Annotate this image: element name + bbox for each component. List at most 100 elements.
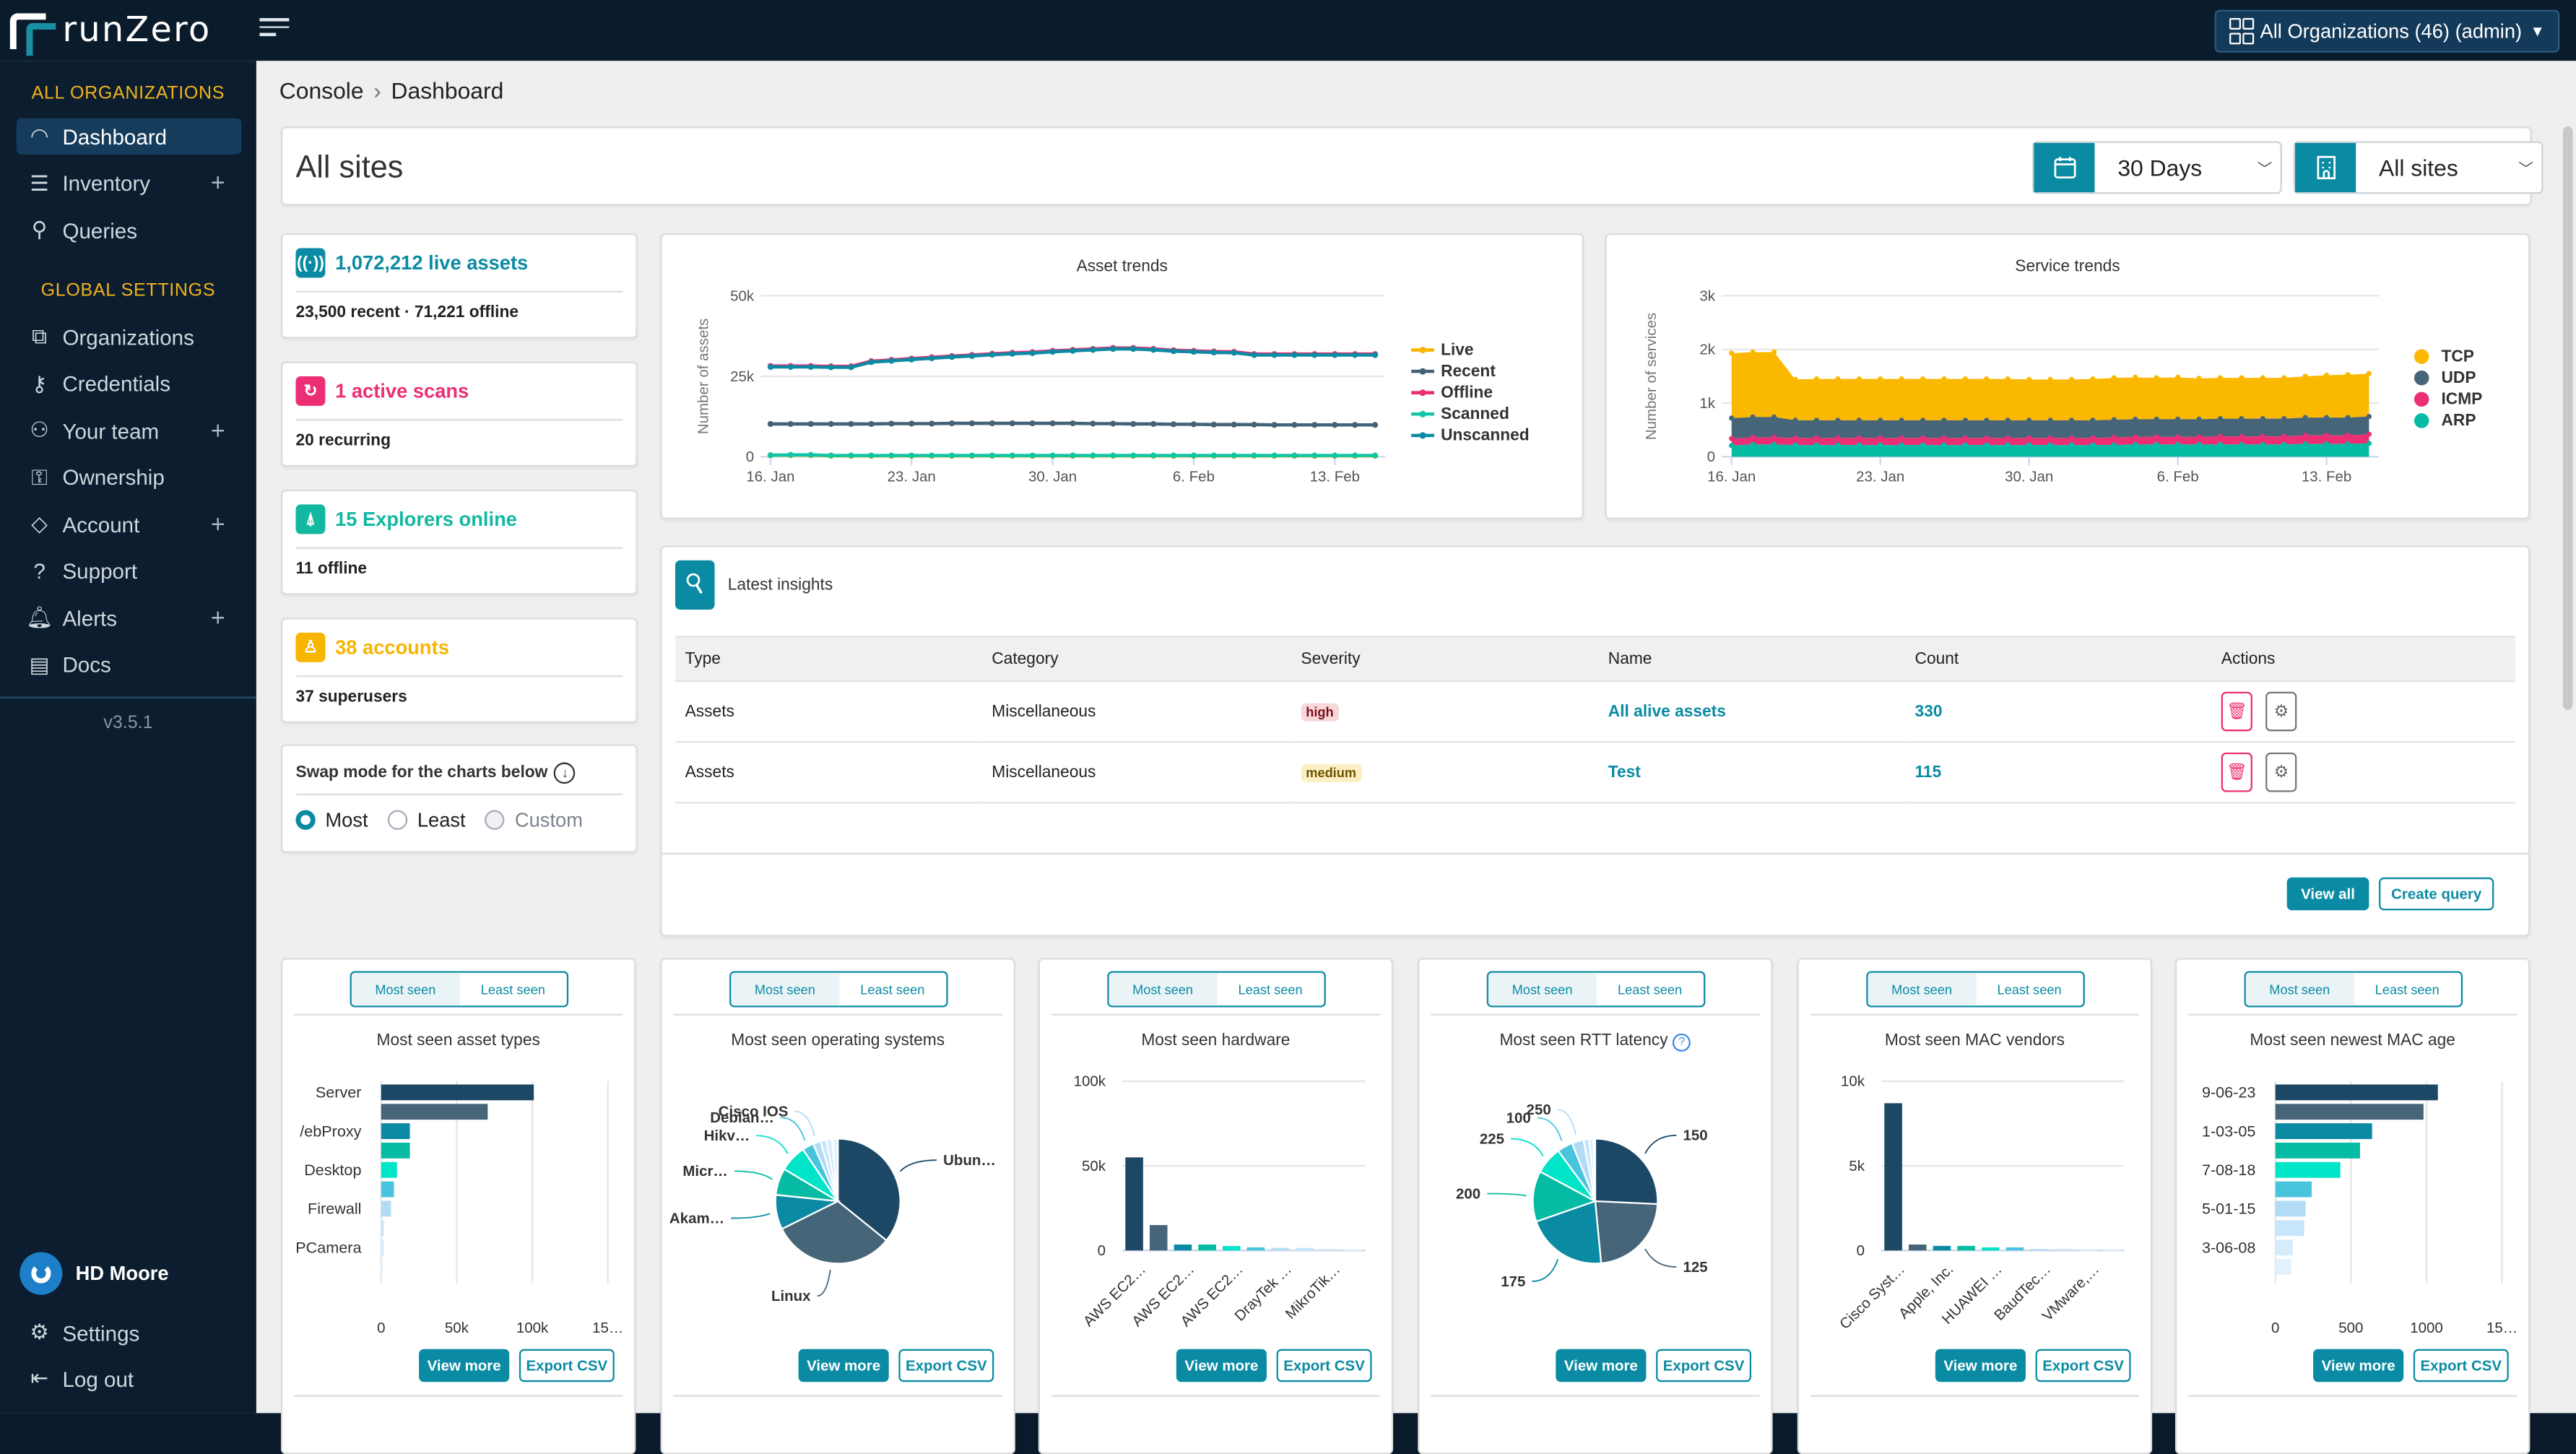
expand-plus-icon[interactable]: + (211, 604, 225, 632)
most-seen-tab[interactable]: Most seen (1109, 972, 1217, 1006)
sidebar-item-ownership[interactable]: ⚿ Ownership (17, 459, 242, 496)
insight-name-link[interactable]: All alive assets (1608, 703, 1726, 721)
sidebar-item-logout[interactable]: ⇤ Log out (17, 1361, 242, 1397)
stat-card[interactable]: ♙ 38 accounts 37 superusers (281, 618, 638, 723)
radio-most[interactable]: Most (295, 808, 368, 831)
most-seen-tab[interactable]: Most seen (351, 972, 459, 1006)
legend-item-unscanned[interactable]: Unscanned (1411, 425, 1530, 444)
stat-headline[interactable]: 1,072,212 live assets (335, 251, 528, 274)
expand-plus-icon[interactable]: + (211, 417, 225, 445)
most-seen-tab[interactable]: Most seen (1868, 972, 1976, 1006)
bar[interactable] (381, 1220, 384, 1237)
sidebar-item-dashboard[interactable]: ◠ Dashboard (16, 118, 242, 155)
bar[interactable] (1344, 1249, 1362, 1251)
least-seen-tab[interactable]: Least seen (1976, 973, 2083, 1005)
bar[interactable] (381, 1181, 394, 1198)
view-more-button[interactable]: View more (419, 1349, 510, 1382)
bar[interactable] (1981, 1247, 2000, 1251)
site-select[interactable]: All sites ﹀ (2293, 141, 2544, 194)
create-query-button[interactable]: Create query (2379, 877, 2494, 911)
bar[interactable] (1149, 1225, 1168, 1251)
breadcrumb-console[interactable]: Console (279, 77, 364, 103)
export-csv-button[interactable]: Export CSV (1276, 1349, 1372, 1382)
sidebar-item-settings[interactable]: ⚙ Settings (17, 1315, 242, 1351)
bar[interactable] (2275, 1084, 2438, 1101)
most-seen-tab[interactable]: Most seen (731, 972, 839, 1006)
bar[interactable] (1319, 1249, 1338, 1251)
bar[interactable] (381, 1104, 488, 1120)
sidebar-item-account[interactable]: ◇ Account + (17, 506, 242, 542)
bar[interactable] (1246, 1247, 1265, 1251)
export-csv-button[interactable]: Export CSV (898, 1349, 994, 1382)
least-seen-tab[interactable]: Least seen (838, 973, 946, 1005)
bar[interactable] (2054, 1249, 2073, 1251)
settings-button[interactable]: ⚙ (2265, 752, 2297, 792)
bar[interactable] (2275, 1200, 2306, 1217)
least-seen-tab[interactable]: Least seen (1217, 973, 1324, 1005)
sidebar-item-alerts[interactable]: 🔔︎ Alerts + (17, 600, 242, 636)
legend-item-scanned[interactable]: Scanned (1411, 404, 1509, 423)
bar[interactable] (2030, 1249, 2048, 1251)
expand-plus-icon[interactable]: + (211, 510, 225, 538)
bar[interactable] (2078, 1250, 2097, 1252)
legend-item-live[interactable]: Live (1411, 339, 1474, 358)
insight-count-link[interactable]: 330 (1915, 703, 1943, 721)
bar[interactable] (2275, 1161, 2341, 1178)
export-csv-button[interactable]: Export CSV (1656, 1349, 1752, 1382)
bar[interactable] (2103, 1250, 2121, 1252)
bar[interactable] (2275, 1123, 2372, 1139)
sidebar-item-support[interactable]: ? Support (17, 553, 242, 589)
bar[interactable] (2275, 1104, 2424, 1120)
view-all-button[interactable]: View all (2286, 877, 2369, 911)
least-seen-tab[interactable]: Least seen (459, 973, 567, 1005)
sidebar-item-your-team[interactable]: ⚇ Your team + (17, 412, 242, 449)
legend-item-arp[interactable]: ARP (2414, 410, 2476, 429)
bar[interactable] (1884, 1103, 1902, 1251)
bar[interactable] (381, 1259, 383, 1275)
expand-plus-icon[interactable]: + (211, 169, 225, 197)
legend-item-icmp[interactable]: ICMP (2414, 389, 2482, 408)
sidebar-item-credentials[interactable]: ⚷ Credentials (17, 365, 242, 402)
bar[interactable] (1908, 1244, 1927, 1251)
least-seen-tab[interactable]: Least seen (2354, 973, 2461, 1005)
stat-headline[interactable]: 15 Explorers online (335, 508, 517, 531)
view-more-button[interactable]: View more (1935, 1349, 2026, 1382)
export-csv-button[interactable]: Export CSV (2035, 1349, 2131, 1382)
legend-item-udp[interactable]: UDP (2414, 368, 2476, 386)
bar[interactable] (2005, 1247, 2024, 1251)
bar[interactable] (381, 1084, 534, 1101)
bar[interactable] (1957, 1245, 1975, 1251)
settings-button[interactable]: ⚙ (2265, 691, 2297, 732)
bar[interactable] (2275, 1220, 2304, 1237)
least-seen-tab[interactable]: Least seen (1596, 973, 1704, 1005)
stat-headline[interactable]: 1 active scans (335, 380, 469, 403)
bar[interactable] (381, 1200, 391, 1217)
export-csv-button[interactable]: Export CSV (2413, 1349, 2509, 1382)
stat-card[interactable]: ↻ 1 active scans 20 recurring (281, 361, 638, 467)
bar[interactable] (2275, 1259, 2291, 1275)
legend-item-tcp[interactable]: TCP (2414, 346, 2474, 365)
logo[interactable]: runZero (9, 10, 212, 56)
sidebar-item-docs[interactable]: ▤ Docs (17, 646, 242, 683)
legend-item-recent[interactable]: Recent (1411, 361, 1496, 380)
help-icon[interactable]: ? (1673, 1033, 1691, 1052)
stat-headline[interactable]: 38 accounts (335, 636, 449, 659)
bar[interactable] (1125, 1157, 1143, 1251)
bar[interactable] (1933, 1245, 1951, 1251)
scrollbar[interactable] (2562, 126, 2573, 710)
most-seen-tab[interactable]: Most seen (1488, 972, 1597, 1006)
insight-name-link[interactable]: Test (1608, 763, 1641, 782)
bar[interactable] (381, 1123, 410, 1139)
sidebar-item-organizations[interactable]: ⧉ Organizations (17, 319, 242, 355)
export-csv-button[interactable]: Export CSV (519, 1349, 615, 1382)
bar[interactable] (381, 1239, 384, 1256)
insight-count-link[interactable]: 115 (1915, 763, 1942, 782)
organization-selector[interactable]: All Organizations (46) (admin) ▼ (2213, 9, 2560, 53)
bar[interactable] (2275, 1142, 2360, 1159)
bar[interactable] (1198, 1244, 1216, 1251)
view-more-button[interactable]: View more (1556, 1349, 1647, 1382)
sidebar-item-queries[interactable]: ⚲ Queries (17, 212, 242, 248)
view-more-button[interactable]: View more (1176, 1349, 1267, 1382)
stat-card[interactable]: ⍋ 15 Explorers online 11 offline (281, 489, 638, 595)
bar[interactable] (381, 1142, 410, 1159)
